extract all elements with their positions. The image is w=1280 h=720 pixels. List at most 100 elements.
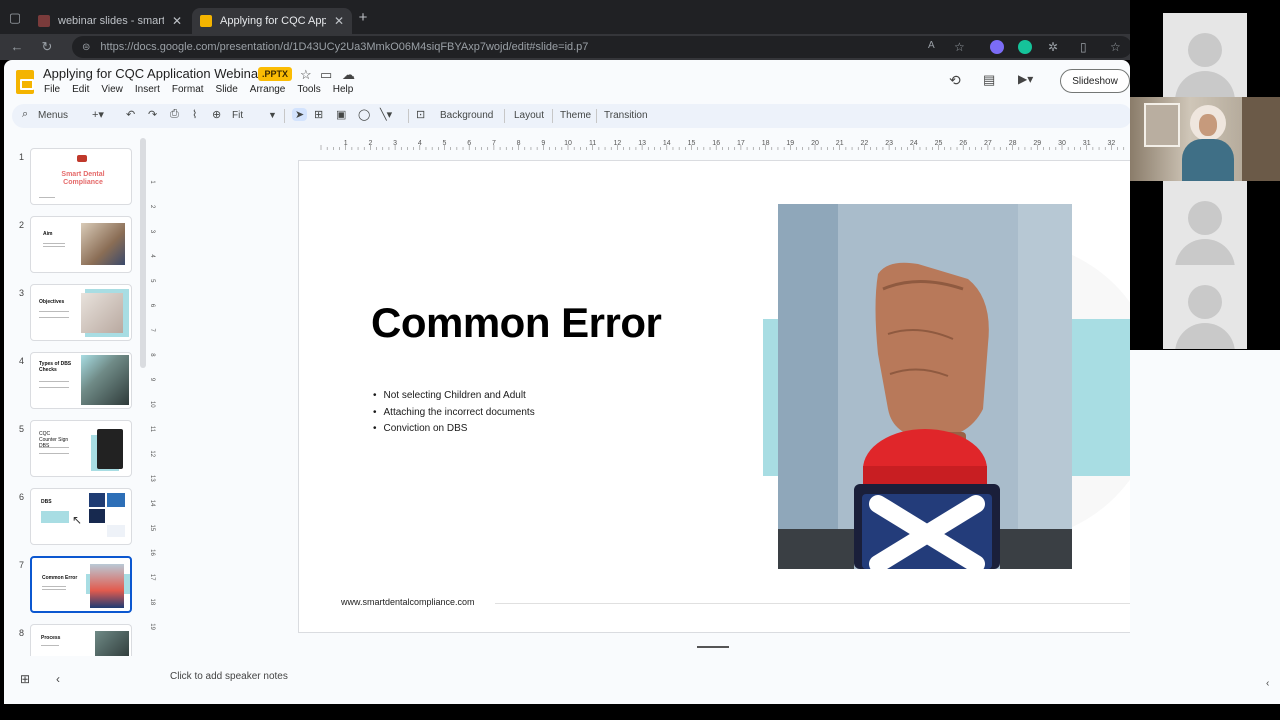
shape-icon[interactable]: ◯ bbox=[358, 108, 370, 121]
slide-number: 4 bbox=[19, 356, 25, 366]
person-face bbox=[1199, 114, 1217, 136]
ruler-label: 14 bbox=[149, 500, 155, 507]
chevron-down-icon[interactable]: ▼ bbox=[268, 110, 277, 120]
slide-number: 1 bbox=[19, 152, 25, 162]
slide-thumbnail-4[interactable]: Types of DBS Checks bbox=[30, 352, 132, 409]
transition-button[interactable]: Transition bbox=[604, 110, 648, 121]
ruler-label: 10 bbox=[564, 140, 572, 147]
meet-camera-icon[interactable]: ▶▾ bbox=[1018, 72, 1033, 86]
site-info-icon[interactable]: ⊜ bbox=[82, 42, 90, 53]
document-title[interactable]: Applying for CQC Application Webinar bbox=[43, 66, 262, 81]
room-background bbox=[1242, 97, 1280, 181]
undo-icon[interactable]: ↶ bbox=[126, 108, 135, 121]
ruler-label: 23 bbox=[885, 140, 893, 147]
participant-camera-tile[interactable] bbox=[1130, 97, 1280, 181]
expand-side-panel-icon[interactable]: ‹ bbox=[1266, 678, 1269, 689]
ruler-label: 8 bbox=[517, 140, 521, 147]
ruler-label: 13 bbox=[638, 140, 646, 147]
star-icon[interactable]: ☆ bbox=[954, 40, 968, 54]
avatar-icon bbox=[1188, 201, 1222, 235]
puzzle-icon[interactable]: ✲ bbox=[1048, 40, 1062, 54]
participant-tile[interactable] bbox=[1163, 13, 1247, 97]
menu-help[interactable]: Help bbox=[333, 84, 354, 95]
version-history-icon[interactable]: ⟲ bbox=[949, 72, 961, 89]
search-menus-input[interactable]: Menus bbox=[38, 110, 68, 121]
new-slide-icon[interactable]: +▾ bbox=[92, 108, 104, 121]
add-comment-icon[interactable]: ⊡ bbox=[416, 108, 425, 121]
slide-thumbnail-3[interactable]: Objectives bbox=[30, 284, 132, 341]
slide-footer-url[interactable]: www.smartdentalcompliance.com bbox=[341, 597, 475, 607]
toolbar-divider bbox=[504, 109, 505, 123]
ruler-label: 6 bbox=[467, 140, 471, 147]
move-folder-icon[interactable]: ▭ bbox=[320, 67, 332, 83]
grammarly-icon[interactable] bbox=[1018, 40, 1032, 54]
menu-arrange[interactable]: Arrange bbox=[250, 84, 286, 95]
slide-thumbnail-7[interactable]: Common Error bbox=[30, 556, 132, 613]
participant-tile[interactable] bbox=[1163, 181, 1247, 265]
cloud-status-icon[interactable]: ☁ bbox=[342, 67, 355, 83]
slide-thumbnail-5[interactable]: CQC Counter Sign DBS bbox=[30, 420, 132, 477]
url-text: https://docs.google.com/presentation/d/1… bbox=[100, 41, 589, 53]
menu-tools[interactable]: Tools bbox=[297, 84, 320, 95]
menu-edit[interactable]: Edit bbox=[72, 84, 89, 95]
slide-canvas[interactable]: Common Error Not selecting Children and … bbox=[298, 160, 1138, 633]
favorites-icon[interactable]: ☆ bbox=[1110, 40, 1124, 54]
split-view-icon[interactable]: ▯ bbox=[1080, 40, 1094, 54]
browser-tab-cqc-application[interactable]: Applying for CQC Application W ✕ bbox=[192, 8, 352, 34]
menu-slide[interactable]: Slide bbox=[216, 84, 238, 95]
tab-actions-icon[interactable]: ▢ bbox=[6, 10, 24, 26]
thumbnail-photo bbox=[81, 223, 125, 265]
browser-tab-webinar-slides[interactable]: webinar slides - smartdentalcom ✕ bbox=[30, 8, 190, 34]
zoom-icon[interactable]: ⊕ bbox=[212, 108, 221, 121]
theme-button[interactable]: Theme bbox=[560, 110, 591, 121]
slide-number: 5 bbox=[19, 424, 25, 434]
redo-icon[interactable]: ↷ bbox=[148, 108, 157, 121]
ruler-label: 18 bbox=[762, 140, 770, 147]
notes-resize-handle[interactable] bbox=[697, 646, 729, 648]
new-tab-button[interactable]: + bbox=[354, 9, 372, 26]
close-tab-icon[interactable]: ✕ bbox=[172, 14, 182, 28]
slide-title[interactable]: Common Error bbox=[371, 299, 662, 347]
avatar-body bbox=[1175, 71, 1235, 97]
menu-format[interactable]: Format bbox=[172, 84, 204, 95]
select-cursor-icon[interactable]: ➤ bbox=[292, 108, 308, 121]
slide-thumbnail-1[interactable]: Smart Dental Compliance bbox=[30, 148, 132, 205]
close-tab-icon[interactable]: ✕ bbox=[334, 14, 344, 28]
slide-bullet-list[interactable]: Not selecting Children and Adult Attachi… bbox=[373, 388, 535, 438]
ruler-label: 3 bbox=[149, 230, 155, 234]
slides-logo-icon[interactable] bbox=[16, 70, 34, 94]
line-icon[interactable]: ╲▾ bbox=[380, 108, 392, 121]
back-icon[interactable]: ← bbox=[8, 39, 26, 54]
grid-view-icon[interactable]: ⊞ bbox=[20, 672, 30, 686]
read-aloud-icon[interactable]: A bbox=[928, 40, 942, 54]
background-button[interactable]: Background bbox=[440, 110, 493, 121]
reload-icon[interactable]: ↻ bbox=[38, 39, 56, 55]
slide-thumbnail-2[interactable]: Aim bbox=[30, 216, 132, 273]
layout-button[interactable]: Layout bbox=[514, 110, 544, 121]
speaker-notes[interactable]: Click to add speaker notes bbox=[156, 660, 1126, 692]
menu-insert[interactable]: Insert bbox=[135, 84, 160, 95]
paint-format-icon[interactable]: ⌇ bbox=[192, 108, 197, 121]
slideshow-button[interactable]: Slideshow bbox=[1060, 69, 1130, 93]
comments-icon[interactable]: ▤ bbox=[983, 72, 995, 88]
avatar-body bbox=[1175, 239, 1235, 265]
print-icon[interactable]: ⎙ bbox=[170, 108, 179, 121]
menu-file[interactable]: File bbox=[44, 84, 60, 95]
slide-photo[interactable] bbox=[778, 204, 1072, 569]
menu-view[interactable]: View bbox=[101, 84, 123, 95]
collapse-filmstrip-icon[interactable]: ‹ bbox=[56, 672, 60, 686]
url-field[interactable]: ⊜ https://docs.google.com/presentation/d… bbox=[72, 36, 1132, 58]
zoom-select[interactable]: Fit bbox=[232, 110, 243, 121]
ruler-label: 12 bbox=[149, 450, 155, 457]
image-icon[interactable]: ▣ bbox=[336, 108, 346, 121]
star-icon[interactable]: ☆ bbox=[300, 67, 312, 83]
search-menus-icon[interactable]: ⌕ bbox=[22, 108, 28, 121]
ruler-label: 19 bbox=[786, 140, 794, 147]
extension-purple-icon[interactable] bbox=[990, 40, 1004, 54]
participant-tile[interactable] bbox=[1163, 265, 1247, 349]
thumbnail-title: Types of DBS Checks bbox=[39, 361, 72, 373]
thumbnail-line bbox=[39, 453, 69, 454]
ruler-label: 9 bbox=[149, 378, 155, 382]
slide-thumbnail-8[interactable]: Process bbox=[30, 624, 132, 656]
text-box-icon[interactable]: ⊞ bbox=[314, 108, 323, 121]
